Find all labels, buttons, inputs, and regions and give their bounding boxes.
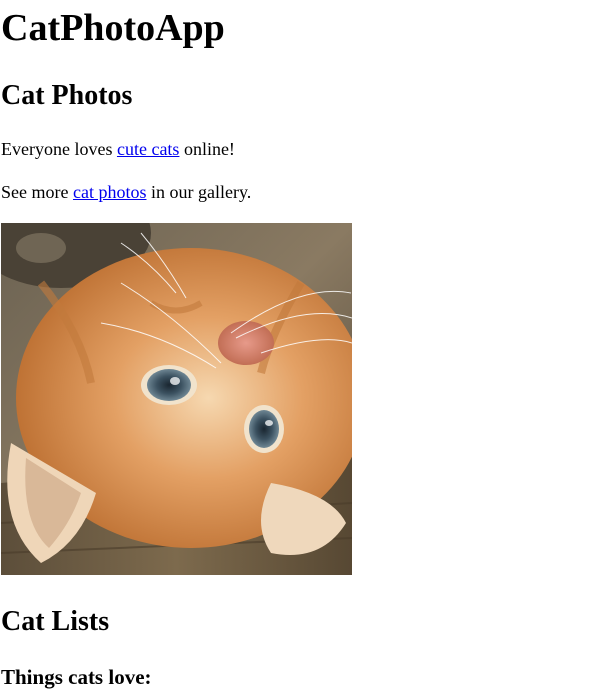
things-cats-love-heading: Things cats love: <box>1 665 152 689</box>
intro-paragraph: Everyone loves cute cats online! <box>1 138 235 160</box>
cat-lists-heading: Cat Lists <box>1 606 110 637</box>
cat-photos-heading: Cat Photos <box>1 80 133 111</box>
intro-text-before: Everyone loves <box>1 139 117 159</box>
gallery-text-before: See more <box>1 182 73 202</box>
page-title: CatPhotoApp <box>1 7 225 49</box>
intro-text-after: online! <box>179 139 235 159</box>
gallery-paragraph: See more cat photos in our gallery. <box>1 181 251 203</box>
cat-photos-link[interactable]: cat photos <box>73 182 147 202</box>
cat-photo-image[interactable] <box>1 223 352 575</box>
gallery-text-after: in our gallery. <box>146 182 252 202</box>
cute-cats-link[interactable]: cute cats <box>117 139 179 159</box>
